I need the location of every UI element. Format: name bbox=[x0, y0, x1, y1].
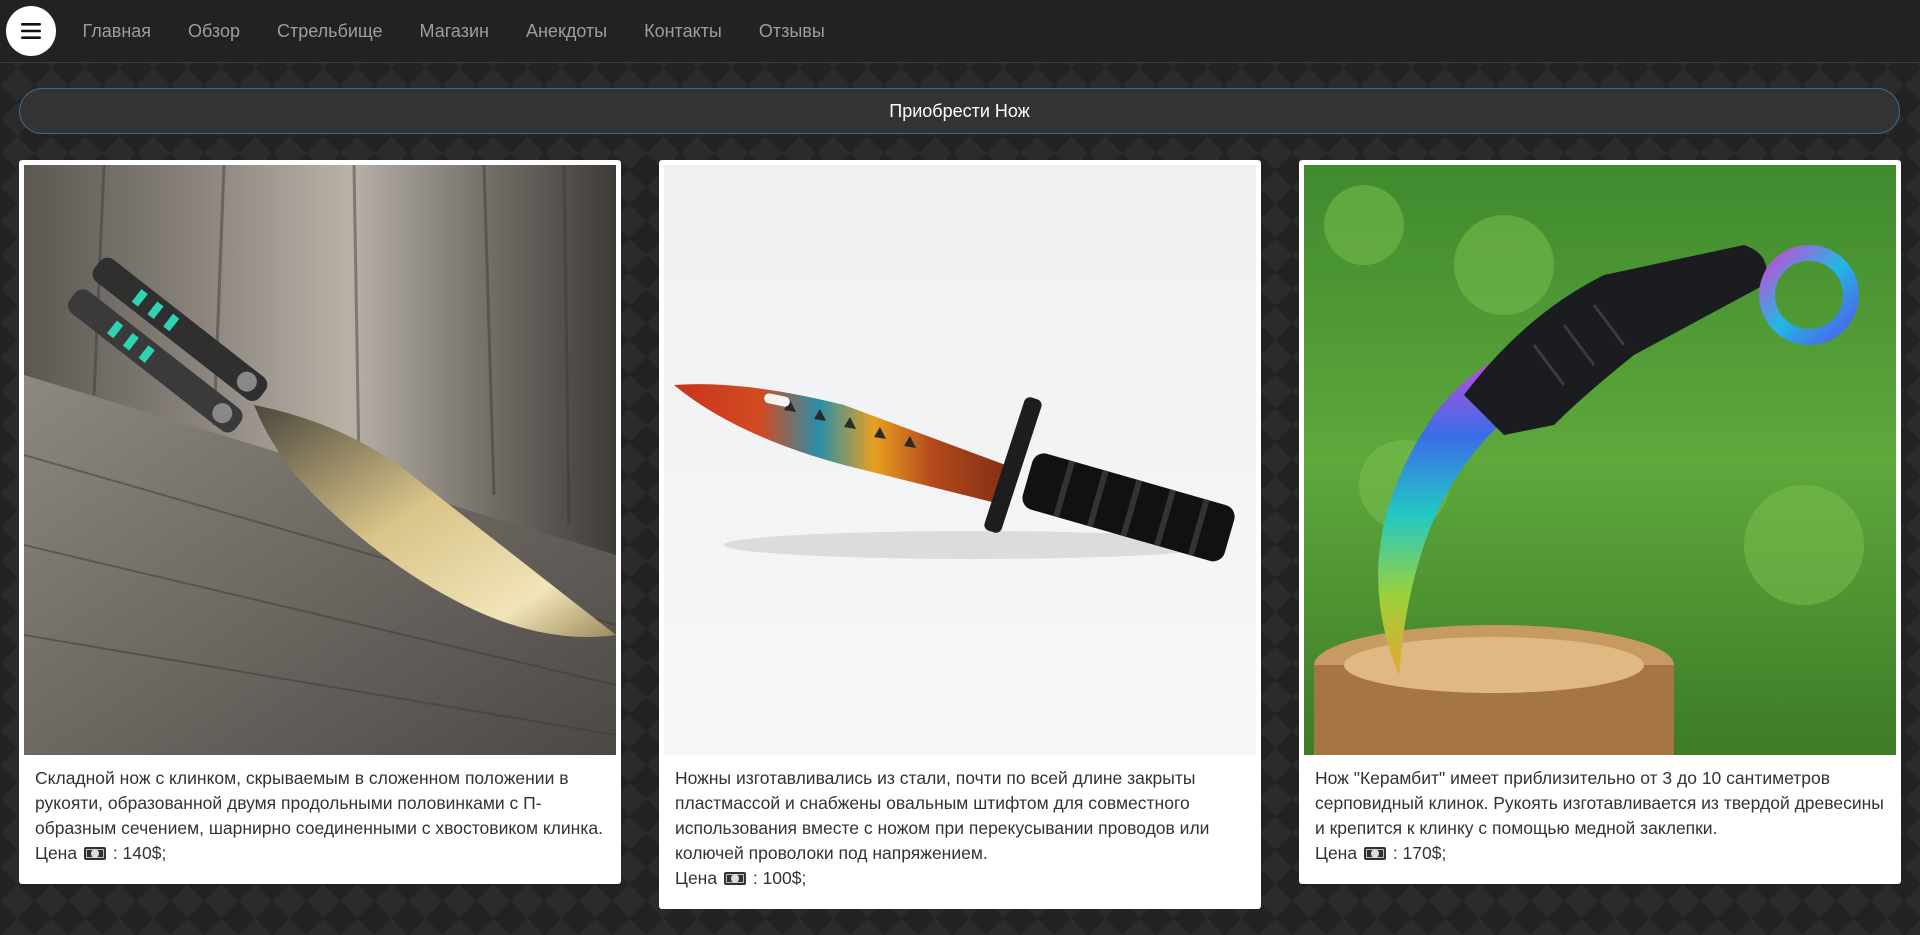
price-value: : 140$; bbox=[112, 843, 167, 863]
product-price: Цена : 140$; bbox=[24, 841, 616, 879]
nav-link-shooting-range[interactable]: Стрельбище bbox=[259, 0, 402, 63]
banknote-icon bbox=[723, 872, 746, 885]
product-card-karambit: Нож "Керамбит" имеет приблизительно от 3… bbox=[1299, 160, 1901, 884]
price-value: : 170$; bbox=[1392, 843, 1447, 863]
top-navbar: Главная Обзор Стрельбище Магазин Анекдот… bbox=[0, 0, 1920, 63]
price-label: Цена bbox=[675, 868, 718, 888]
nav-link-overview[interactable]: Обзор bbox=[170, 0, 259, 63]
product-card-bayonet: Ножны изготавливались из стали, почти по… bbox=[659, 160, 1261, 909]
nav-link-reviews[interactable]: Отзывы bbox=[740, 0, 843, 63]
menu-button[interactable] bbox=[6, 6, 56, 56]
nav-link-jokes[interactable]: Анекдоты bbox=[507, 0, 625, 63]
banknote-icon bbox=[1363, 847, 1386, 860]
price-value: : 100$; bbox=[752, 868, 807, 888]
product-price: Цена : 100$; bbox=[664, 866, 1256, 904]
banknote-icon bbox=[83, 847, 106, 860]
butterfly-knife-image bbox=[24, 165, 616, 755]
price-label: Цена bbox=[35, 843, 78, 863]
product-description: Нож "Керамбит" имеет приблизительно от 3… bbox=[1315, 768, 1884, 838]
bayonet-knife-image bbox=[664, 165, 1256, 755]
product-description: Складной нож с клинком, скрываемым в сло… bbox=[35, 768, 603, 838]
karambit-knife-image bbox=[1304, 165, 1896, 755]
hamburger-menu-icon bbox=[21, 23, 41, 39]
product-card-butterfly: Складной нож с клинком, скрываемым в сло… bbox=[19, 160, 621, 884]
nav-link-shop[interactable]: Магазин bbox=[401, 0, 507, 63]
buy-knife-button[interactable]: Приобрести Нож bbox=[19, 88, 1900, 134]
price-label: Цена bbox=[1315, 843, 1358, 863]
nav-link-contacts[interactable]: Контакты bbox=[626, 0, 741, 63]
product-price: Цена : 170$; bbox=[1304, 841, 1896, 879]
product-description: Ножны изготавливались из стали, почти по… bbox=[675, 768, 1210, 863]
nav-links: Главная Обзор Стрельбище Магазин Анекдот… bbox=[64, 0, 843, 63]
nav-link-home[interactable]: Главная bbox=[64, 0, 170, 63]
